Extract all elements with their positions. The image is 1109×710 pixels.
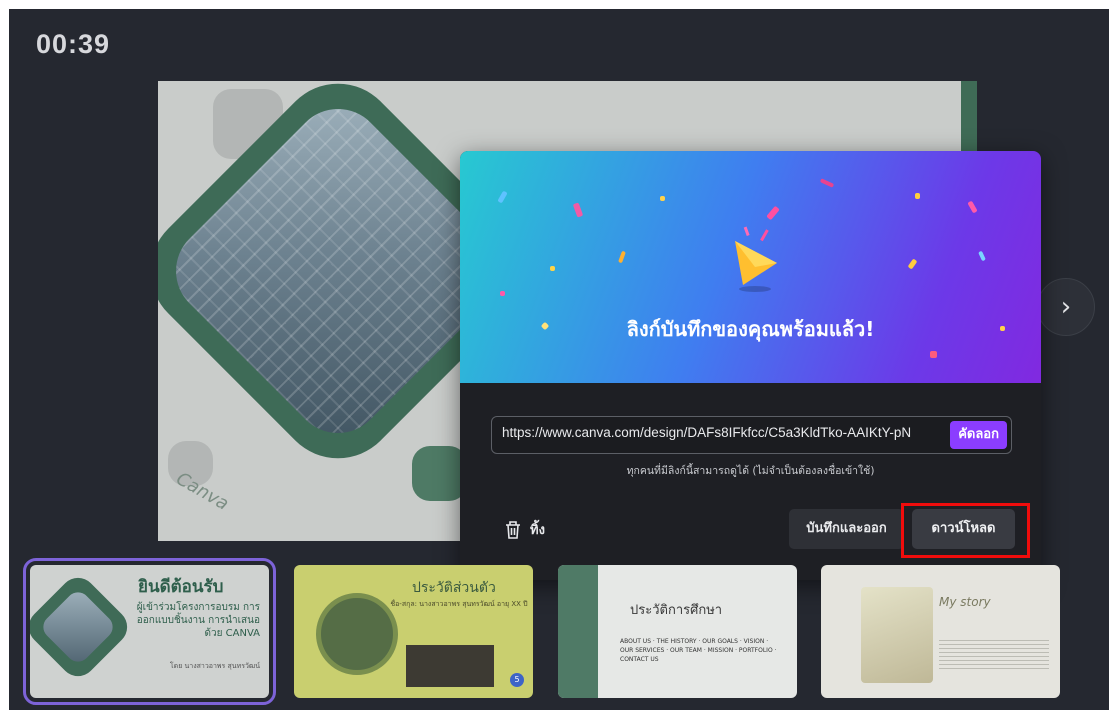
copy-link-button[interactable]: คัดลอก	[950, 421, 1007, 449]
recording-link-dialog: ลิงก์บันทึกของคุณพร้อมแล้ว! https://www.…	[460, 151, 1041, 580]
thumb-photo	[861, 587, 933, 683]
confetti	[660, 196, 665, 201]
confetti	[930, 351, 937, 358]
delete-recording-button[interactable]: ทิ้ง	[504, 519, 545, 540]
confetti	[618, 250, 626, 264]
thumbnail-slide-3[interactable]: ประวัติการศึกษา ABOUT US · THE HISTORY ·…	[558, 565, 797, 698]
confetti	[819, 178, 835, 188]
thumb-byline: โดย นางสาวอาพร สุนทรวัฒน์	[169, 662, 260, 670]
confetti	[915, 193, 920, 199]
thumb-photo-strip	[406, 645, 494, 687]
next-slide-button[interactable]: ›	[1037, 278, 1095, 336]
thumb-photo	[316, 593, 398, 675]
confetti	[967, 200, 978, 214]
dialog-banner: ลิงก์บันทึกของคุณพร้อมแล้ว!	[460, 151, 1041, 383]
confetti	[766, 205, 780, 221]
thumb-subtitle: ผู้เข้าร่วมโครงการอบรม การออกแบบชิ้นงาน …	[136, 602, 260, 639]
thumb-badge: 5	[510, 673, 524, 687]
decor-square	[412, 446, 467, 501]
thumb-title: My story	[939, 595, 991, 609]
party-popper-icon	[735, 226, 777, 292]
confetti	[500, 291, 505, 296]
thumb-decor	[558, 565, 598, 698]
confetti	[907, 258, 918, 270]
share-link-field[interactable]: https://www.canva.com/design/DAFs8IFkfcc…	[491, 416, 1012, 454]
share-link-url[interactable]: https://www.canva.com/design/DAFs8IFkfcc…	[502, 425, 911, 440]
dialog-title: ลิงก์บันทึกของคุณพร้อมแล้ว!	[626, 317, 875, 341]
download-button[interactable]: ดาวน์โหลด	[912, 509, 1015, 549]
slide-thumbnail-strip: ยินดีต้อนรับ ผู้เข้าร่วมโครงการอบรม การอ…	[9, 557, 1109, 710]
confetti	[978, 250, 986, 262]
thumb-text-lines	[939, 639, 1049, 669]
trash-icon	[506, 520, 520, 539]
thumb-title: ประวัติการศึกษา	[630, 603, 723, 618]
thumbnail-slide-4[interactable]: My story	[821, 565, 1060, 698]
chevron-right-icon: ›	[1060, 292, 1072, 322]
link-visibility-note: ทุกคนที่มีลิงก์นี้สามารถดูได้ (ไม่จำเป็น…	[626, 465, 875, 477]
thumb-items: ABOUT US · THE HISTORY · OUR GOALS · VIS…	[620, 638, 777, 663]
thumb-text: ชื่อ-สกุล: นางสาวอาพร สุนทรวัฒน์ อายุ XX…	[390, 600, 528, 608]
thumbnail-slide-2[interactable]: ประวัติส่วนตัว ชื่อ-สกุล: นางสาวอาพร สุน…	[294, 565, 533, 698]
presenter-stage: 00:39 Canva › ลิงก์บันทึกของคุณพร้อมแล้ว…	[9, 9, 1109, 710]
thumb-title: ประวัติส่วนตัว	[412, 580, 496, 596]
thumbnail-slide-1[interactable]: ยินดีต้อนรับ ผู้เข้าร่วมโครงการอบรม การอ…	[23, 558, 276, 705]
confetti	[550, 266, 555, 271]
delete-label: ทิ้ง	[530, 523, 545, 538]
recording-timer: 00:39	[36, 29, 111, 59]
thumb-title: ยินดีต้อนรับ	[138, 577, 224, 597]
save-and-exit-button[interactable]: บันทึกและออก	[789, 509, 904, 549]
confetti	[497, 190, 508, 204]
confetti	[572, 202, 584, 218]
